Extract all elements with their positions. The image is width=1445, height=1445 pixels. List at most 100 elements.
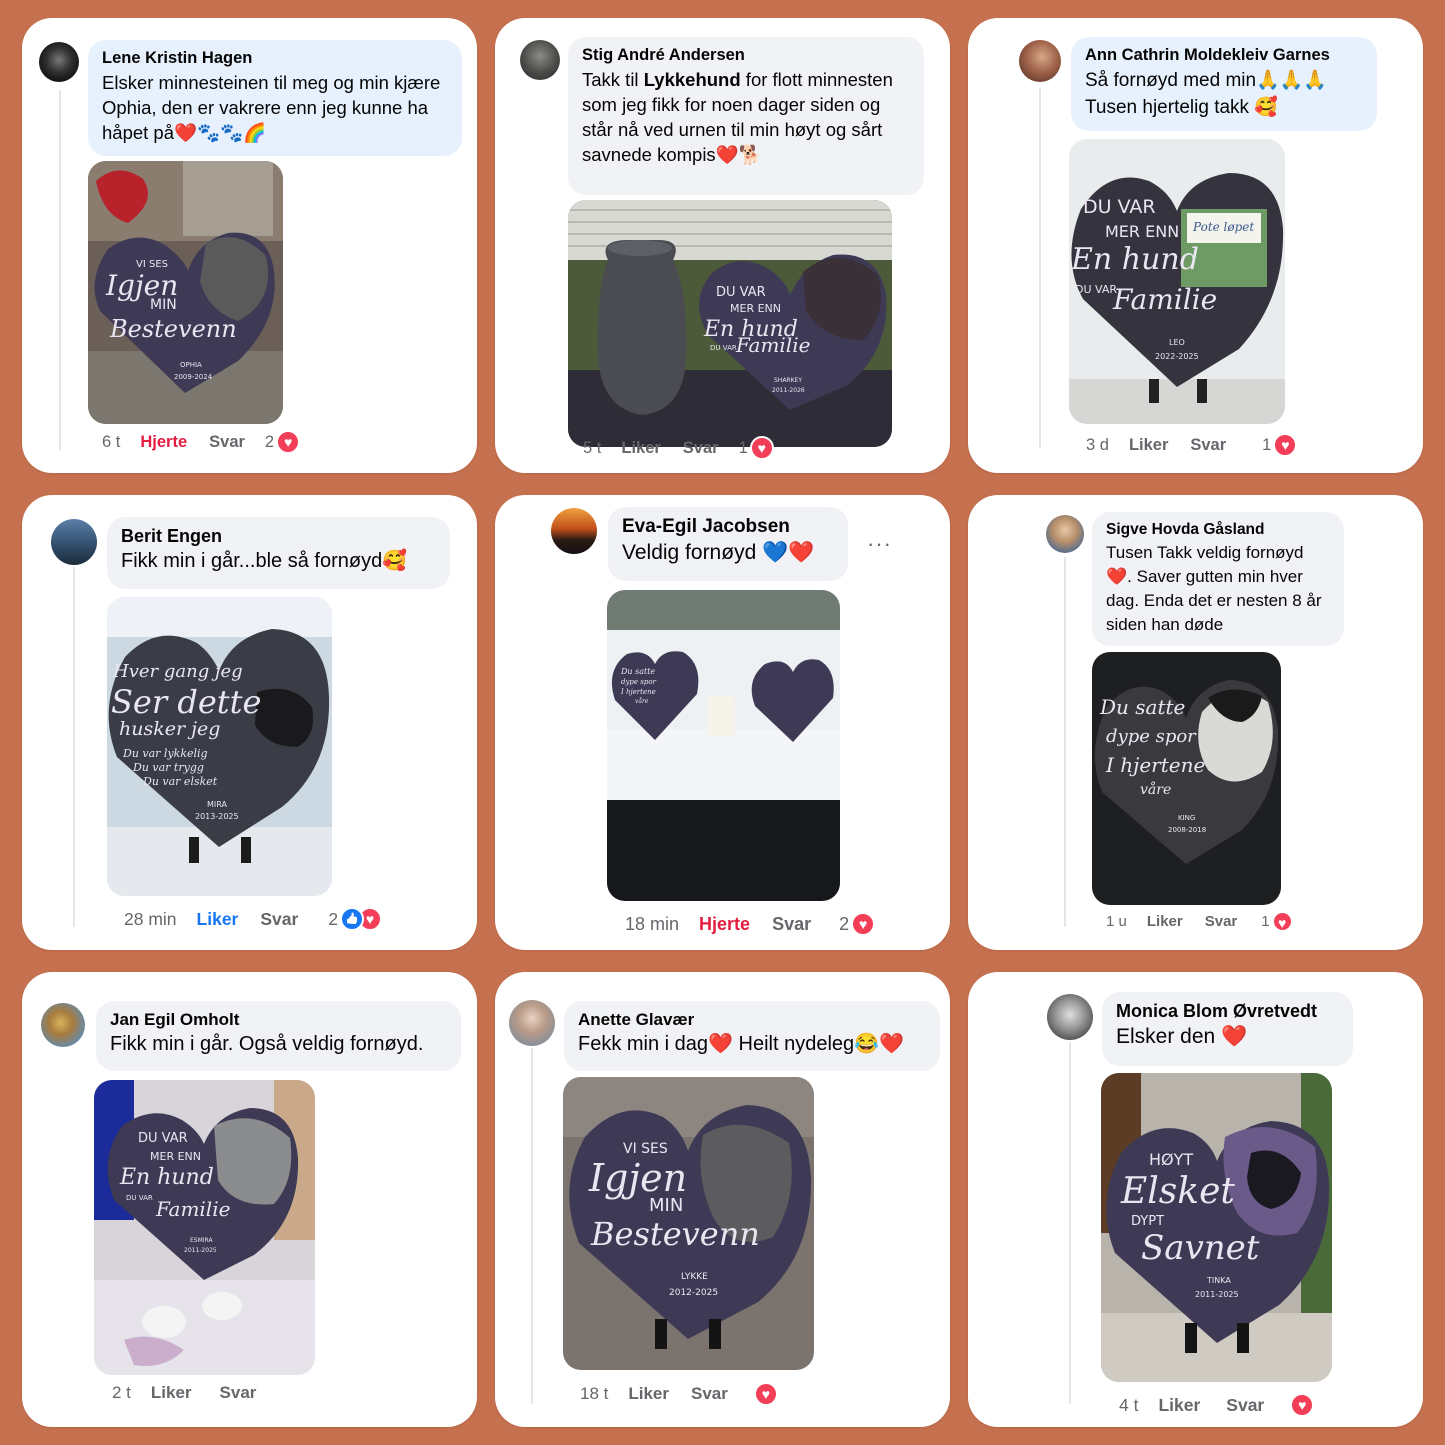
more-options-button[interactable]: ··· [867,531,892,557]
plaque-text: 2011-2025 [1195,1290,1239,1299]
like-button[interactable]: Liker [1158,1395,1200,1416]
timestamp[interactable]: 28 min [124,909,177,930]
reaction-count[interactable]: 1 [1261,913,1269,930]
timestamp[interactable]: 6 t [102,433,120,452]
plaque-text: VI SES [623,1141,668,1157]
plaque-text: DU VAR [710,344,737,352]
comment-bubble: Sigve Hovda Gåsland Tusen Takk veldig fo… [1092,512,1344,646]
plaque-text: En hund [119,1165,214,1190]
comment-bubble: Jan Egil Omholt Fikk min i går. Også vel… [96,1001,461,1071]
comment-card: Ann Cathrin Moldekleiv Garnes Så fornøyd… [968,18,1423,473]
react-button[interactable]: Hjerte [699,914,750,935]
reaction-count[interactable]: 2 [328,909,338,930]
heart-icon[interactable] [851,912,876,936]
avatar[interactable] [520,40,560,80]
comment-bubble: Ann Cathrin Moldekleiv Garnes Så fornøyd… [1071,37,1377,131]
plaque-text: Savnet [1141,1228,1260,1268]
reply-button[interactable]: Svar [691,1384,728,1404]
like-button[interactable]: Liker [621,439,660,458]
plaque-text: Elsket [1120,1171,1235,1212]
commenter-name[interactable]: Jan Egil Omholt [110,1010,447,1030]
plaque-text: Hver gang jeg [112,661,243,682]
comment-text: Så fornøyd med min🙏🙏🙏 Tusen hjertelig ta… [1085,70,1328,118]
reaction-count[interactable]: 2 [265,433,274,452]
avatar[interactable] [41,1003,85,1047]
plaque-text: MIN [649,1195,683,1216]
like-button[interactable]: Liker [151,1383,192,1403]
comment-photo[interactable]: VI SES Igjen MIN Bestevenn OPHIA 2009-20… [88,161,283,424]
commenter-name[interactable]: Stig André Andersen [582,46,910,65]
comment-bubble: Anette Glavær Fekk min i dag❤️ Heilt nyd… [564,1001,940,1071]
commenter-name[interactable]: Monica Blom Øvretvedt [1116,1001,1339,1022]
heart-icon[interactable] [749,436,774,460]
comment-bubble: Lene Kristin Hagen Elsker minnesteinen t… [88,40,462,156]
plaque-text: Familie [155,1197,230,1221]
reply-button[interactable]: Svar [260,909,298,930]
thread-line [1039,88,1041,448]
reply-button[interactable]: Svar [1226,1395,1264,1416]
comment-photo[interactable]: Du satte dype spor I hjertene våre KING … [1092,652,1281,905]
avatar[interactable] [551,508,597,554]
timestamp[interactable]: 18 t [580,1384,608,1404]
comment-actions: 18 min Hjerte Svar 2 [625,912,876,936]
plaque-text: I hjertene [620,688,656,696]
reaction-count[interactable]: 1 [739,439,748,458]
reply-button[interactable]: Svar [209,433,245,452]
commenter-name[interactable]: Sigve Hovda Gåsland [1106,521,1330,539]
heart-icon[interactable] [276,430,301,454]
like-button[interactable]: Liker [628,1384,669,1404]
react-button[interactable]: Hjerte [140,433,187,452]
timestamp[interactable]: 18 min [625,914,679,935]
commenter-name[interactable]: Ann Cathrin Moldekleiv Garnes [1085,46,1363,65]
comment-photo[interactable]: Du satte dype spor I hjertene våre [607,590,840,901]
plaque-text: MIN [150,297,177,313]
heart-icon[interactable] [1273,433,1298,457]
reply-button[interactable]: Svar [683,439,719,458]
timestamp[interactable]: 1 u [1106,913,1127,930]
comment-text: Takk til Lykkehund for flott minnesten s… [582,67,910,167]
avatar[interactable] [1019,40,1061,82]
plaque-text: En hund [1070,242,1199,277]
plaque-text: Igjen [588,1156,687,1200]
commenter-name[interactable]: Lene Kristin Hagen [102,49,448,68]
commenter-name[interactable]: Berit Engen [121,526,436,547]
commenter-name[interactable]: Anette Glavær [578,1010,926,1030]
commenter-name[interactable]: Eva-Egil Jacobsen [622,516,834,538]
like-button[interactable]: Liker [1147,913,1183,930]
heart-icon[interactable] [1290,1393,1315,1417]
plaque-text: TINKA [1206,1276,1231,1285]
comment-card: Jan Egil Omholt Fikk min i går. Også vel… [22,972,477,1427]
page-mention-link[interactable]: Lykkehund [644,69,741,90]
reply-button[interactable]: Svar [772,914,811,935]
timestamp[interactable]: 4 t [1119,1395,1138,1416]
reply-button[interactable]: Svar [220,1383,257,1403]
avatar[interactable] [51,519,97,565]
reply-button[interactable]: Svar [1190,436,1226,455]
reply-button[interactable]: Svar [1205,913,1238,930]
avatar[interactable] [39,42,79,82]
plaque-text: 2012-2025 [669,1288,718,1298]
avatar[interactable] [1046,515,1084,553]
comment-photo[interactable]: Pote løpet DU VAR MER ENN En hund DU VAR… [1069,139,1285,424]
reaction-count[interactable]: 2 [839,914,849,935]
comment-photo[interactable]: HØYT Elsket DYPT Savnet TINKA 2011-2025 [1101,1073,1332,1382]
heart-icon[interactable] [753,1382,778,1406]
like-button[interactable]: Liker [197,909,239,930]
reaction-count[interactable]: 1 [1262,436,1271,455]
timestamp[interactable]: 5 t [583,439,601,458]
comment-photo[interactable]: VI SES Igjen MIN Bestevenn LYKKE 2012-20… [563,1077,814,1370]
comment-card: Anette Glavær Fekk min i dag❤️ Heilt nyd… [495,972,950,1427]
plaque-text: Du satte [1099,695,1185,719]
timestamp[interactable]: 3 d [1086,436,1109,455]
like-icon[interactable] [340,907,365,931]
plaque-text: MER ENN [150,1150,201,1163]
avatar[interactable] [1047,994,1093,1040]
comment-photo[interactable]: DU VAR MER ENN En hund DU VAR Familie SH… [568,200,892,447]
comment-actions: 28 min Liker Svar 2 [124,907,383,931]
like-button[interactable]: Liker [1129,436,1168,455]
heart-icon[interactable] [1271,911,1293,932]
comment-photo[interactable]: DU VAR MER ENN En hund DU VAR Familie ES… [94,1080,315,1375]
comment-photo[interactable]: Hver gang jeg Ser dette husker jeg Du va… [107,597,332,896]
avatar[interactable] [509,1000,555,1046]
timestamp[interactable]: 2 t [112,1383,131,1403]
